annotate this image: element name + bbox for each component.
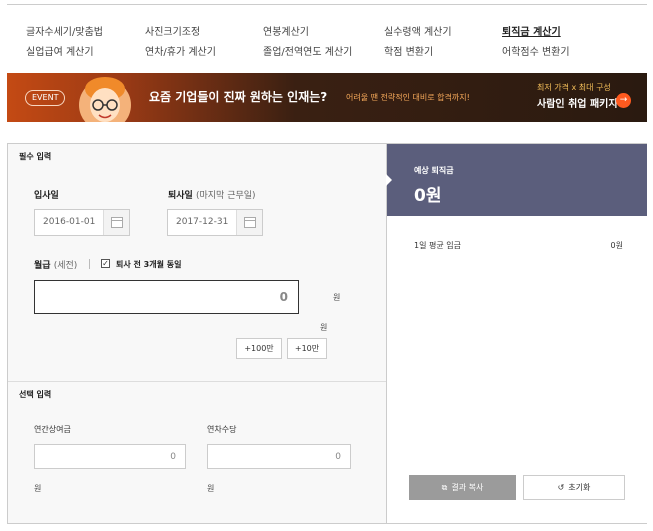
end-date-note: (마지막 근무일) [195, 191, 256, 201]
retirement-calculator-page: 글자수세기/맞춤법 사진크기조정 연봉계산기 실수령액 계산기 퇴직금 계산기 … [0, 0, 653, 531]
add-100-button[interactable]: +100만 [236, 338, 282, 359]
leave-allowance-label: 연차수당 [207, 425, 237, 434]
result-amount: 0원 [414, 186, 442, 206]
section-divider [8, 381, 386, 382]
salary-input[interactable]: 0 [34, 280, 299, 314]
nav-item-photo-resize[interactable]: 사진크기조정 [145, 23, 200, 38]
bonus-input-value: 0 [170, 452, 176, 462]
separator [89, 259, 90, 269]
daily-average-value: 0원 [610, 241, 623, 250]
input-panel: 필수 입력 입사일 퇴사일 (마지막 근무일) 2016-01-01 2017-… [8, 144, 386, 523]
end-date-calendar-button[interactable] [236, 210, 262, 235]
bonus-input[interactable]: 0 [34, 444, 186, 469]
event-banner[interactable]: EVENT 요즘 기업들이 진짜 원하는 인재는? 어려울 땐 전략적인 대비로… [7, 73, 647, 122]
reset-icon: ↺ [557, 483, 565, 492]
salary-label: 월급 [34, 261, 51, 271]
required-section-title: 필수 입력 [19, 152, 52, 161]
daily-average-label: 1일 평균 임금 [414, 241, 461, 250]
same-three-months-label[interactable]: 퇴사 전 3개월 동일 [116, 259, 181, 270]
banner-promo-title: 사람인 취업 패키지 [537, 99, 618, 110]
banner-headline: 요즘 기업들이 진짜 원하는 인재는? [149, 90, 328, 104]
salary-input-value: 0 [279, 290, 288, 304]
bonus-unit: 원 [34, 484, 42, 493]
reset-label: 초기화 [568, 483, 591, 492]
start-date-calendar-button[interactable] [103, 210, 129, 235]
nav-item-language-score-converter[interactable]: 어학점수 변환기 [502, 43, 570, 58]
end-date-label-wrap: 퇴사일 (마지막 근무일) [168, 188, 256, 201]
salary-unit-secondary: 원 [320, 323, 328, 332]
add-10-button[interactable]: +10만 [287, 338, 327, 359]
copy-result-button[interactable]: ⧉ 결과 복사 [409, 475, 516, 500]
nav-item-salary-calc[interactable]: 연봉계산기 [263, 23, 309, 38]
result-title: 예상 퇴직금 [414, 166, 454, 175]
event-badge: EVENT [25, 90, 66, 106]
banner-subtext: 어려울 땐 전략적인 대비로 합격까지! [346, 93, 470, 102]
nav-item-leave-calc[interactable]: 연차/휴가 계산기 [145, 43, 216, 58]
start-date-field[interactable]: 2016-01-01 [34, 209, 130, 236]
nav-item-severance-calc[interactable]: 퇴직금 계산기 [502, 23, 561, 38]
start-date-label: 입사일 [34, 191, 59, 201]
result-panel: 예상 퇴직금 0원 1일 평균 임금 0원 ⧉ 결과 복사 ↺ 초기화 [386, 144, 647, 523]
leave-allowance-unit: 원 [207, 484, 215, 493]
result-header: 예상 퇴직금 0원 [386, 144, 647, 216]
calendar-icon [111, 217, 123, 228]
end-date-field[interactable]: 2017-12-31 [167, 209, 263, 236]
reset-button[interactable]: ↺ 초기화 [523, 475, 625, 500]
calendar-icon [244, 217, 256, 228]
copy-result-label: 결과 복사 [451, 483, 484, 492]
nav-item-graduation-calc[interactable]: 졸업/전역연도 계산기 [263, 43, 352, 58]
start-date-value: 2016-01-01 [43, 217, 96, 227]
severance-calculator: 필수 입력 입사일 퇴사일 (마지막 근무일) 2016-01-01 2017-… [7, 143, 647, 524]
salary-unit: 원 [333, 293, 341, 302]
bonus-label: 연간상여금 [34, 425, 71, 434]
salary-label-wrap: 월급 (세전) [34, 258, 77, 271]
banner-promo-tagline: 최저 가격 x 최대 구성 [537, 83, 611, 92]
calculator-nav: 글자수세기/맞춤법 사진크기조정 연봉계산기 실수령액 계산기 퇴직금 계산기 … [7, 4, 647, 68]
arrow-right-icon[interactable]: → [616, 93, 631, 108]
nav-item-unemployment-calc[interactable]: 실업급여 계산기 [26, 43, 94, 58]
nav-item-char-count[interactable]: 글자수세기/맞춤법 [26, 23, 103, 38]
end-date-value: 2017-12-31 [176, 217, 229, 227]
nav-item-net-pay-calc[interactable]: 실수령액 계산기 [384, 23, 452, 38]
same-three-months-checkbox[interactable]: ✓ [101, 259, 110, 268]
character-illustration-icon [79, 77, 131, 122]
leave-allowance-input[interactable]: 0 [207, 444, 351, 469]
nav-item-gpa-converter[interactable]: 학점 변환기 [384, 43, 433, 58]
copy-icon: ⧉ [441, 483, 448, 492]
optional-section-title: 선택 입력 [19, 390, 52, 399]
salary-note: (세전) [53, 261, 78, 271]
leave-allowance-input-value: 0 [335, 452, 341, 462]
end-date-label: 퇴사일 [168, 191, 193, 201]
